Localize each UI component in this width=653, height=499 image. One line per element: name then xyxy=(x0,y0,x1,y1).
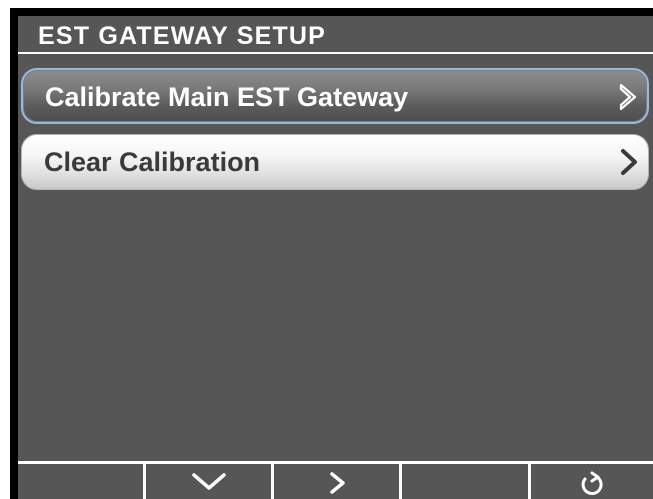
softkey-2[interactable] xyxy=(146,461,271,499)
device-screen: EST GATEWAY SETUP Calibrate Main EST Gat… xyxy=(10,8,653,499)
softkey-1[interactable] xyxy=(18,461,143,499)
menu-item-calibrate-main-est-gateway[interactable]: Calibrate Main EST Gateway xyxy=(21,68,649,124)
title-bar: EST GATEWAY SETUP xyxy=(18,16,653,54)
softkey-5[interactable] xyxy=(531,461,653,499)
page-title: EST GATEWAY SETUP xyxy=(38,22,327,50)
menu-item-label: Calibrate Main EST Gateway xyxy=(45,82,409,112)
chevron-right-outline-icon xyxy=(617,82,639,112)
softkey-4[interactable] xyxy=(402,461,528,499)
menu-item-label: Clear Calibration xyxy=(44,147,261,177)
softkey-bar xyxy=(18,461,653,499)
softkey-3[interactable] xyxy=(274,461,399,499)
screen-content: EST GATEWAY SETUP Calibrate Main EST Gat… xyxy=(18,16,653,499)
title-divider xyxy=(18,52,653,54)
chevron-right-icon xyxy=(618,147,640,177)
menu-item-clear-calibration[interactable]: Clear Calibration xyxy=(21,134,649,190)
